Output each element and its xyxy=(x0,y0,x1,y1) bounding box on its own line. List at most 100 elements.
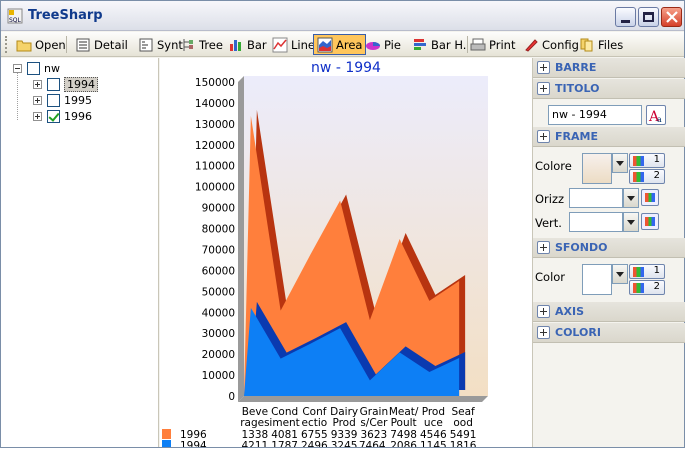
toolbar-separator xyxy=(467,36,468,53)
frame-color-swatch[interactable] xyxy=(582,153,612,184)
data-label: 1787 xyxy=(271,440,298,447)
palette-icon xyxy=(633,172,644,182)
data-label: 7464, xyxy=(359,440,389,447)
sfondo-palette-1-button[interactable]: 1 xyxy=(629,264,665,279)
toolbar-label: Bar xyxy=(247,37,267,52)
sfondo-palette-2-button[interactable]: 2 xyxy=(629,280,665,295)
toolbar-label: Config xyxy=(542,37,579,52)
orizz-palette-button[interactable] xyxy=(641,189,659,206)
section-sfondo[interactable]: SFONDO xyxy=(533,238,685,258)
title-input[interactable]: nw - 1994 xyxy=(548,105,642,125)
detail-list-icon xyxy=(76,38,90,51)
tree-checkbox[interactable] xyxy=(47,109,60,123)
svg-text:a: a xyxy=(657,115,662,124)
section-colori[interactable]: COLORI xyxy=(533,323,685,343)
toolbar-tree-button[interactable]: Tree xyxy=(177,34,226,55)
orizz-color-field[interactable] xyxy=(569,188,623,208)
frame-palette-2-button[interactable]: 2 xyxy=(629,169,665,184)
y-tick-label: 80000 xyxy=(202,224,235,236)
font-button[interactable]: Aa xyxy=(646,105,666,125)
tree-node-label: 1996 xyxy=(64,109,92,123)
tree-checkbox[interactable] xyxy=(47,93,60,107)
x-tick-label: rages xyxy=(240,417,269,429)
close-icon xyxy=(666,11,678,23)
vert-dropdown[interactable] xyxy=(623,212,639,232)
tree-checkbox[interactable] xyxy=(47,77,60,91)
toolbar-print-button[interactable]: Print xyxy=(467,34,518,55)
chart-area: nw - 1994 0 10000 20000 30000 40000 50000 60000… xyxy=(160,58,532,450)
x-tick-label: iment xyxy=(269,417,299,429)
frame-color-dropdown[interactable] xyxy=(612,153,628,173)
bar-chart-icon xyxy=(230,39,241,51)
tree-panel[interactable]: nw 1994 1995 1996 xyxy=(1,58,159,447)
frame-palette-1-button[interactable]: 1 xyxy=(629,153,665,168)
vert-color-field[interactable] xyxy=(569,212,623,232)
toolbar-area-button[interactable]: Area xyxy=(313,34,367,55)
toolbar-label: Open xyxy=(35,37,66,52)
tree-checkbox[interactable] xyxy=(27,61,40,75)
expand-icon[interactable] xyxy=(33,111,42,121)
expand-icon[interactable] xyxy=(537,305,550,318)
expand-icon[interactable] xyxy=(537,241,550,254)
section-barre[interactable]: BARRE xyxy=(533,58,685,78)
area-chart-icon xyxy=(317,37,333,52)
y-tick-label: 0 xyxy=(228,391,235,403)
expand-icon[interactable] xyxy=(537,130,550,143)
vert-label: Vert. xyxy=(535,216,562,230)
section-axis[interactable]: AXIS xyxy=(533,302,685,322)
palette-icon xyxy=(633,156,644,166)
vert-palette-button[interactable] xyxy=(641,213,659,230)
area-chart: nw - 1994 0 10000 20000 30000 40000 50000 60000… xyxy=(162,60,488,450)
collapse-icon[interactable] xyxy=(13,63,22,73)
toolbar-line-button[interactable]: Line xyxy=(269,34,318,55)
pie-chart-icon xyxy=(366,41,380,50)
orizz-label: Orizz xyxy=(535,192,565,206)
x-tick-label: uce xyxy=(424,417,443,429)
sfondo-color-dropdown[interactable] xyxy=(612,264,628,284)
chart-title: nw - 1994 xyxy=(311,60,381,76)
y-tick-label: 110000 xyxy=(195,161,235,173)
x-tick-label: ectio xyxy=(302,417,328,429)
section-titolo[interactable]: TITOLO xyxy=(533,79,685,99)
y-tick-label: 50000 xyxy=(202,286,235,298)
close-button[interactable] xyxy=(661,7,682,27)
toolbar-bar-button[interactable]: Bar xyxy=(225,34,270,55)
y-tick-label: 140000 xyxy=(195,98,235,110)
toolbar-label: Bar H. xyxy=(431,37,467,52)
toolbar-files-button[interactable]: Files xyxy=(576,34,626,55)
toolbar-label: Area xyxy=(336,37,363,52)
toolbar-label: Print xyxy=(489,37,516,52)
y-tick-label: 30000 xyxy=(202,328,235,340)
expand-icon[interactable] xyxy=(33,95,42,105)
tree-node[interactable]: 1995 xyxy=(33,92,92,108)
window-title: TreeSharp xyxy=(28,8,103,23)
expand-icon[interactable] xyxy=(537,326,550,339)
toolbar-label: Files xyxy=(598,37,624,52)
expand-icon[interactable] xyxy=(537,61,550,74)
expand-icon[interactable] xyxy=(537,82,550,95)
tree-root[interactable]: nw xyxy=(13,60,60,76)
orizz-dropdown[interactable] xyxy=(623,188,639,208)
toolbar-open-button[interactable]: Open xyxy=(13,34,69,55)
toolbar-config-button[interactable]: Config xyxy=(520,34,582,55)
data-label: 4211 xyxy=(242,440,269,447)
toolbar-detail-button[interactable]: Detail xyxy=(72,34,131,55)
data-label: 1145 xyxy=(420,440,447,447)
toolbar-grip[interactable] xyxy=(5,36,8,53)
toolbar-label: Line xyxy=(291,37,315,52)
toolbar-label: Pie xyxy=(384,37,401,52)
expand-icon[interactable] xyxy=(33,79,42,89)
y-tick-label: 130000 xyxy=(195,119,235,131)
tree-node[interactable]: 1994 xyxy=(33,76,98,92)
maximize-button[interactable] xyxy=(638,7,659,27)
toolbar-label: Tree xyxy=(199,37,223,52)
y-tick-label: 10000 xyxy=(202,370,235,382)
minimize-button[interactable] xyxy=(615,7,636,27)
section-frame[interactable]: FRAME xyxy=(533,127,685,147)
files-icon xyxy=(580,38,593,51)
sfondo-color-swatch[interactable] xyxy=(582,264,612,295)
tree-node[interactable]: 1996 xyxy=(33,108,92,124)
toolbar-pie-button[interactable]: Pie xyxy=(362,34,404,55)
x-tick-label: ood xyxy=(453,417,473,429)
toolbar-barh-button[interactable]: Bar H. xyxy=(409,34,469,55)
